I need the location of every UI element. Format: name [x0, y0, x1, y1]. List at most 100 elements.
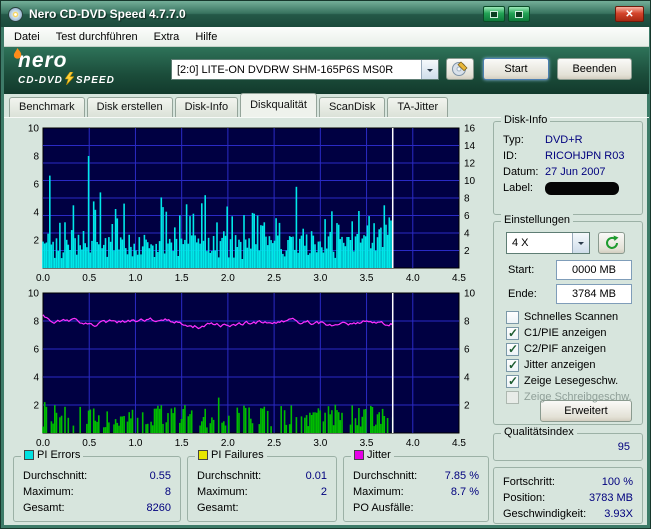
tab-benchmark[interactable]: Benchmark	[9, 97, 85, 117]
checkbox-jitter-anzeigen[interactable]	[506, 359, 519, 372]
speed-selector-value: 4 X	[507, 237, 572, 249]
svg-text:1.5: 1.5	[175, 438, 189, 449]
legend-title-text: PI Errors	[37, 449, 80, 461]
legend-label: Durchschnitt:	[353, 470, 417, 482]
checkbox-label: C1/PIE anzeigen	[524, 327, 607, 339]
checkbox-row-zeige-schreibgeschw: Zeige Schreibgeschw.	[506, 390, 632, 404]
checkbox-zeige-schreibgeschw	[506, 391, 519, 404]
legend-value: 0.55	[150, 470, 171, 482]
legend-group-jitter: JitterDurchschnitt:7.85 %Maximum:8.7 %PO…	[343, 456, 489, 522]
tab-ta-jitter[interactable]: TA-Jitter	[387, 97, 448, 117]
window-title: Nero CD-DVD Speed 4.7.7.0	[29, 7, 186, 21]
drive-selector[interactable]: [2:0] LITE-ON DVDRW SHM-165P6S MS0R	[171, 59, 439, 80]
titlebar: Nero CD-DVD Speed 4.7.7.0 ✕	[1, 1, 651, 27]
legend-label: Maximum:	[353, 486, 404, 498]
pif-jitter-chart: 1086421086420.00.51.01.52.02.53.03.54.04…	[13, 287, 483, 456]
checkbox-schnelles-scannen[interactable]	[506, 311, 519, 324]
checkbox-zeige-lesegeschw[interactable]	[506, 375, 519, 388]
disk-info-row: Typ:DVD+R	[503, 134, 633, 148]
menubar: DateiTest durchführenExtraHilfe	[4, 27, 649, 47]
svg-text:14: 14	[464, 141, 476, 152]
legend-row: Maximum: 8.7 %	[353, 486, 479, 500]
svg-text:8: 8	[33, 317, 39, 328]
app-window: Nero CD-DVD Speed 4.7.7.0 ✕ DateiTest du…	[0, 0, 651, 529]
tab-disk-erstellen[interactable]: Disk erstellen	[87, 97, 173, 117]
chevron-down-icon[interactable]	[572, 233, 589, 253]
legend-value: 8.7 %	[451, 486, 479, 498]
jitter-color-swatch	[354, 450, 364, 460]
legend-label: Durchschnitt:	[23, 470, 87, 482]
progress-label: Position:	[503, 492, 545, 504]
svg-text:3.0: 3.0	[313, 438, 327, 449]
checkbox-label: Zeige Schreibgeschw.	[524, 391, 632, 403]
nero-logo: nero CD-DVD SPEED	[18, 50, 115, 88]
menu-item-extra[interactable]: Extra	[146, 29, 188, 45]
tab-disk-info[interactable]: Disk-Info	[175, 97, 238, 117]
chevron-down-icon[interactable]	[421, 60, 438, 79]
disc-edit-button[interactable]	[446, 58, 474, 80]
app-icon	[8, 7, 23, 22]
progress-row: Geschwindigkeit:3.93X	[503, 508, 633, 522]
svg-text:8: 8	[464, 194, 470, 205]
legend-row: Durchschnitt: 0.55	[23, 470, 171, 484]
svg-text:6: 6	[33, 345, 39, 356]
minimize-button[interactable]	[483, 6, 505, 22]
checkbox-row-c2-pif-anzeigen: C2/PIF anzeigen	[506, 342, 606, 356]
legend-value: 2	[321, 486, 327, 498]
legend-label: Durchschnitt:	[197, 470, 261, 482]
legend-group-pi-failures: PI FailuresDurchschnitt:0.01Maximum:2Ges…	[187, 456, 337, 522]
svg-text:12: 12	[464, 159, 476, 170]
tab-diskqualit-t[interactable]: Diskqualität	[240, 93, 317, 117]
progress-value: 3783 MB	[589, 492, 633, 504]
refresh-disc-button[interactable]	[598, 232, 625, 254]
speed-selector[interactable]: 4 X	[506, 232, 590, 254]
tab-scandisk[interactable]: ScanDisk	[319, 97, 385, 117]
lightning-icon	[65, 72, 74, 88]
disc-pencil-icon	[451, 61, 469, 77]
svg-text:1.0: 1.0	[128, 438, 142, 449]
legend-value: 7.85 %	[445, 470, 479, 482]
progress-group: Fortschritt:100 % Position: 3783 MB Geschwi…	[493, 467, 643, 524]
pi-errors-chart: 1086421614121086420.00.51.01.52.02.53.03…	[13, 122, 483, 291]
menu-item-test-durchf-hren[interactable]: Test durchführen	[48, 29, 146, 45]
legend-title: Jitter	[351, 449, 394, 461]
checkbox-row-zeige-lesegeschw: Zeige Lesegeschw.	[506, 374, 618, 388]
legend-row: Durchschnitt: 7.85 %	[353, 470, 479, 484]
close-button[interactable]: ✕	[615, 6, 644, 22]
minimize-icon	[490, 11, 498, 18]
menu-item-datei[interactable]: Datei	[6, 29, 48, 45]
svg-text:8: 8	[33, 152, 39, 163]
end-mb-field[interactable]: 3784 MB	[556, 284, 632, 304]
svg-text:2: 2	[464, 401, 470, 412]
svg-text:4: 4	[33, 208, 39, 219]
disk-info-label: Datum:	[503, 166, 538, 178]
maximize-button[interactable]	[508, 6, 530, 22]
start-button[interactable]: Start	[483, 58, 549, 80]
checkbox-label: Schnelles Scannen	[524, 311, 618, 323]
refresh-icon	[604, 235, 620, 251]
disk-info-label: Typ:	[503, 134, 524, 146]
pif-jitter-chart-svg: 1086421086420.00.51.01.52.02.53.03.54.04…	[13, 287, 483, 451]
svg-text:2: 2	[33, 236, 39, 247]
close-icon: ✕	[625, 9, 633, 20]
start-mb-field[interactable]: 0000 MB	[556, 260, 632, 280]
legend-label: PO Ausfälle:	[353, 502, 414, 514]
legend-label: Maximum:	[197, 486, 248, 498]
brand-sub-right: SPEED	[76, 75, 115, 86]
drive-selector-value: [2:0] LITE-ON DVDRW SHM-165P6S MS0R	[172, 64, 421, 76]
checkbox-row-jitter-anzeigen: Jitter anzeigen	[506, 358, 596, 372]
svg-text:0.5: 0.5	[82, 438, 96, 449]
menu-item-hilfe[interactable]: Hilfe	[187, 29, 225, 45]
progress-row: Fortschritt:100 %	[503, 476, 633, 490]
quit-button[interactable]: Beenden	[557, 58, 632, 80]
checkbox-label: C2/PIF anzeigen	[524, 343, 606, 355]
svg-text:1.5: 1.5	[175, 273, 189, 284]
checkbox-c2-pif-anzeigen[interactable]	[506, 343, 519, 356]
maximize-icon	[515, 11, 523, 18]
checkbox-c1-pie-anzeigen[interactable]	[506, 327, 519, 340]
svg-text:2.0: 2.0	[221, 273, 235, 284]
disk-info-label: ID:	[503, 150, 517, 162]
legend-label: Gesamt:	[23, 502, 65, 514]
legend-label: Gesamt:	[197, 502, 239, 514]
quality-index-group: Qualitätsindex 95	[493, 433, 643, 461]
